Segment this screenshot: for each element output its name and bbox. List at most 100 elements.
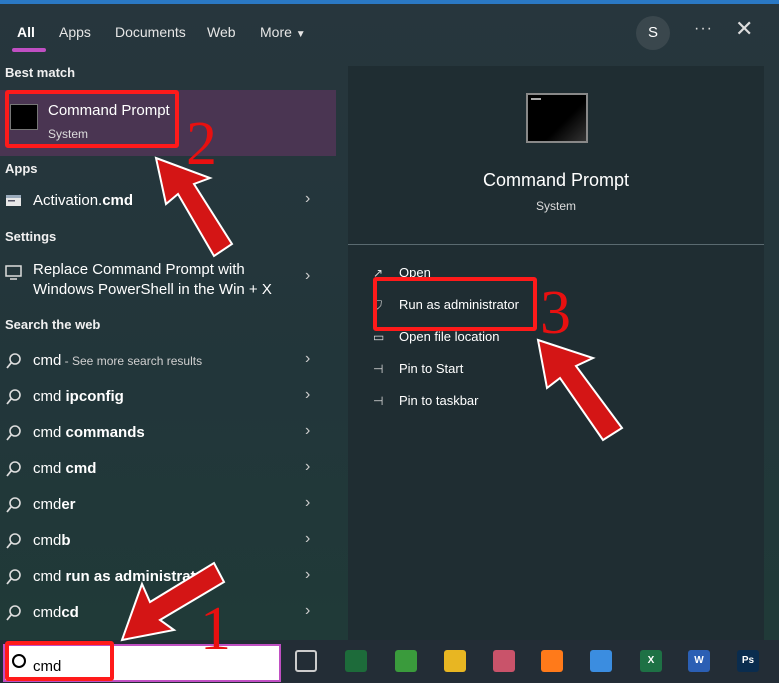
web-result-item[interactable]: cmd - See more search results › bbox=[0, 344, 336, 378]
web-result-match: ipconfig bbox=[65, 388, 124, 405]
search-icon bbox=[6, 425, 21, 441]
action-pin-taskbar-label: Pin to taskbar bbox=[399, 393, 479, 408]
web-result-label: cmd cmd bbox=[33, 460, 96, 477]
section-best-match: Best match bbox=[5, 65, 76, 80]
action-open-file-location-label: Open file location bbox=[399, 329, 500, 344]
account-avatar[interactable]: S bbox=[636, 16, 670, 50]
web-result-item[interactable]: cmdb › bbox=[0, 524, 336, 558]
web-result-match: cmd bbox=[65, 460, 97, 477]
chevron-right-icon[interactable]: › bbox=[305, 494, 310, 512]
web-result-query: cmd bbox=[33, 388, 66, 405]
section-search-web: Search the web bbox=[5, 317, 101, 332]
web-result-label: cmdcd bbox=[33, 604, 79, 621]
store-icon[interactable] bbox=[590, 650, 612, 672]
app-item-name: Activation. bbox=[33, 192, 103, 209]
preview-subtitle: System bbox=[535, 199, 576, 213]
app-item-name-match: cmd bbox=[102, 192, 134, 209]
excel-label: X bbox=[647, 655, 655, 666]
firefox-icon[interactable] bbox=[541, 650, 563, 672]
web-result-match: b bbox=[61, 532, 71, 549]
preview-divider bbox=[348, 244, 764, 245]
action-pin-to-taskbar[interactable]: ⊣ Pin to taskbar bbox=[373, 393, 479, 408]
chevron-right-icon[interactable]: › bbox=[305, 350, 310, 368]
settings-item-line1: Replace Command Prompt with bbox=[33, 261, 245, 278]
web-result-item[interactable]: cmd ipconfig › bbox=[0, 380, 336, 414]
security-lock-icon[interactable] bbox=[395, 650, 417, 672]
settings-item-line2: Windows PowerShell in the Win + X bbox=[33, 281, 272, 298]
folder-icon: ▭ bbox=[373, 330, 385, 344]
excel-icon[interactable]: X bbox=[640, 650, 662, 672]
tab-more-label: More bbox=[260, 24, 292, 40]
close-icon[interactable]: ✕ bbox=[735, 16, 753, 42]
file-explorer-icon[interactable] bbox=[444, 650, 466, 672]
web-result-label: cmd commands bbox=[33, 424, 145, 441]
web-result-match: commands bbox=[65, 424, 145, 441]
tab-documents[interactable]: Documents bbox=[115, 24, 186, 40]
active-tab-indicator bbox=[12, 48, 46, 52]
web-result-match: cd bbox=[61, 604, 79, 621]
web-result-query: cmd bbox=[33, 532, 62, 549]
xbox-app-icon[interactable] bbox=[345, 650, 367, 672]
web-result-item[interactable]: cmder › bbox=[0, 488, 336, 522]
web-result-extra: - See more search results bbox=[61, 354, 203, 368]
chevron-right-icon[interactable]: › bbox=[305, 422, 310, 440]
chevron-right-icon[interactable]: › bbox=[305, 566, 310, 584]
web-result-match: run as administrato bbox=[65, 568, 205, 585]
web-result-query: cmd bbox=[33, 460, 66, 477]
search-icon bbox=[6, 461, 21, 477]
script-file-icon bbox=[6, 195, 21, 206]
pin-icon: ⊣ bbox=[373, 362, 384, 376]
annotation-box-best-match bbox=[5, 90, 179, 148]
tab-more[interactable]: More ▼ bbox=[260, 24, 306, 40]
app-item-activation[interactable]: Activation.cmd › bbox=[0, 184, 336, 218]
chevron-right-icon[interactable]: › bbox=[305, 190, 310, 208]
web-result-match: er bbox=[61, 496, 76, 513]
web-result-item[interactable]: cmd cmd › bbox=[0, 452, 336, 486]
settings-item-replace-cmd[interactable]: Replace Command Prompt with Windows Powe… bbox=[0, 252, 336, 302]
tab-web[interactable]: Web bbox=[207, 24, 236, 40]
search-icon bbox=[6, 569, 21, 585]
chevron-right-icon[interactable]: › bbox=[305, 267, 310, 285]
annotation-box-search bbox=[5, 641, 114, 681]
action-pin-to-start[interactable]: ⊣ Pin to Start bbox=[373, 361, 463, 376]
annotation-step-1: 1 bbox=[200, 595, 231, 663]
search-icon bbox=[6, 389, 21, 405]
tab-apps[interactable]: Apps bbox=[59, 24, 91, 40]
web-result-item[interactable]: cmd commands › bbox=[0, 416, 336, 450]
section-apps: Apps bbox=[5, 161, 38, 176]
app-item-label: Activation.cmd bbox=[33, 192, 133, 209]
web-result-label: cmdb bbox=[33, 532, 71, 549]
web-result-query: cmd bbox=[33, 496, 62, 513]
more-options-icon[interactable]: ··· bbox=[694, 20, 713, 38]
photoshop-label: Ps bbox=[741, 655, 755, 666]
action-open-file-location[interactable]: ▭ Open file location bbox=[373, 329, 499, 344]
web-result-label: cmd ipconfig bbox=[33, 388, 124, 405]
tab-all[interactable]: All bbox=[17, 24, 35, 40]
chevron-right-icon[interactable]: › bbox=[305, 602, 310, 620]
chevron-right-icon[interactable]: › bbox=[305, 458, 310, 476]
word-label: W bbox=[694, 655, 704, 666]
taskbar: X W Ps bbox=[0, 640, 779, 683]
web-result-query: cmd bbox=[33, 568, 66, 585]
search-icon bbox=[6, 353, 21, 369]
preview-panel: Command Prompt System ↗ Open ⛉ Run as admi… bbox=[348, 66, 764, 640]
paint-tool-icon[interactable] bbox=[493, 650, 515, 672]
search-icon bbox=[6, 497, 21, 513]
web-result-label: cmder bbox=[33, 496, 76, 513]
preview-title: Command Prompt bbox=[482, 170, 630, 190]
search-icon bbox=[6, 533, 21, 549]
monitor-icon bbox=[5, 265, 22, 280]
web-result-query: cmd bbox=[33, 352, 62, 369]
task-view-icon[interactable] bbox=[295, 650, 317, 672]
chevron-right-icon[interactable]: › bbox=[305, 530, 310, 548]
action-pin-start-label: Pin to Start bbox=[399, 361, 464, 376]
web-result-item[interactable]: cmd run as administrato › bbox=[0, 560, 336, 594]
web-result-label: cmd - See more search results bbox=[33, 352, 202, 369]
photoshop-icon[interactable]: Ps bbox=[737, 650, 759, 672]
word-icon[interactable]: W bbox=[688, 650, 710, 672]
annotation-step-3: 3 bbox=[540, 279, 571, 347]
chevron-right-icon[interactable]: › bbox=[305, 386, 310, 404]
chevron-down-icon: ▼ bbox=[295, 29, 306, 40]
web-result-query: cmd bbox=[33, 424, 66, 441]
web-result-item[interactable]: cmdcd › bbox=[0, 596, 336, 630]
